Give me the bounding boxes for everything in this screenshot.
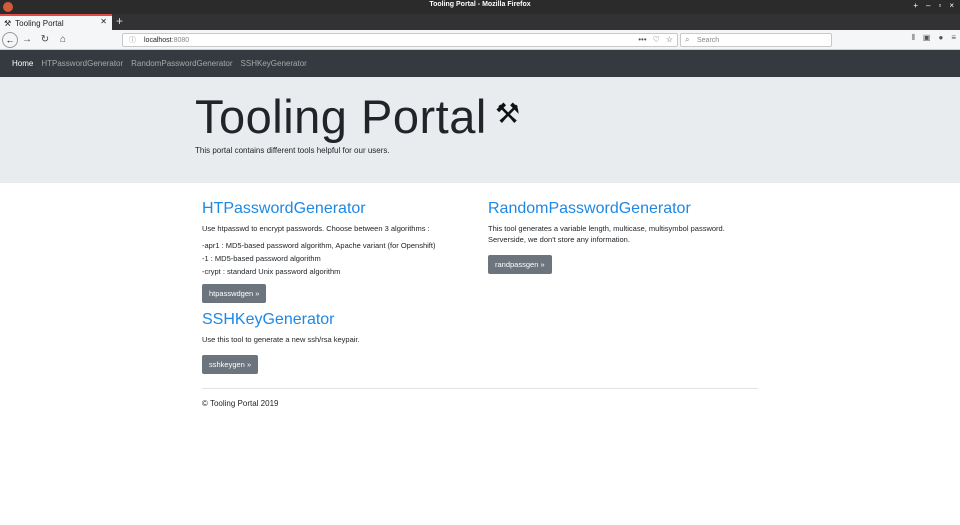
htpassword-description: Use htpasswd to encrypt passwords. Choos… [202,224,430,233]
url-actions: ••• ♡ ☆ [638,35,673,44]
footer-divider [202,388,758,389]
tab-tooling-portal[interactable]: ⚒ Tooling Portal ✕ [0,14,112,30]
sshkey-section: SSHKeyGenerator Use this tool to generat… [202,311,472,374]
sshkey-description: Use this tool to generate a new ssh/rsa … [202,335,360,344]
htpasswdgen-button[interactable]: htpasswdgen » [202,284,267,303]
sshkey-heading: SSHKeyGenerator [202,311,335,328]
footer-text: © Tooling Portal 2019 [202,399,279,408]
window-minimize-button[interactable]: – [926,1,930,10]
browser-toolbar: ← → ↻ ⌂ ⓘ localhost:8080 ••• ♡ ☆ ⌕ Searc… [0,30,960,50]
back-button[interactable]: ← [2,31,18,48]
randompassword-description-line1: This tool generates a variable length, m… [488,224,725,233]
tab-title: Tooling Portal [15,18,64,28]
bookmark-star-icon[interactable]: ☆ [666,35,673,44]
window-title: Tooling Portal - Mozilla Firefox [429,1,531,8]
htpassword-section: HTPasswordGenerator Use htpasswd to encr… [202,200,472,303]
page-actions-icon[interactable]: ••• [638,35,646,44]
home-button[interactable]: ⌂ [54,34,72,45]
url-port: :8080 [171,36,190,44]
randompassword-heading: RandomPasswordGenerator [488,200,691,217]
page-subtitle: This portal contains different tools hel… [195,146,390,155]
sshkeygen-button[interactable]: sshkeygen » [202,355,259,374]
search-placeholder: Search [697,36,720,44]
nav-link-sshkeygenerator[interactable]: SSHKeyGenerator [241,59,307,68]
new-tab-button[interactable]: + [116,14,123,28]
tab-strip: ⚒ Tooling Portal ✕ + [0,14,960,30]
close-icon[interactable]: ✕ [100,17,107,26]
algorithm-item: -crypt : standard Unix password algorith… [202,267,341,276]
site-navbar: Home HTPasswordGenerator RandomPasswordG… [0,50,960,77]
hammer-wrench-icon: ⚒ [4,18,12,28]
info-icon[interactable]: ⓘ [129,35,136,45]
library-icon[interactable]: ⫴ [912,33,915,43]
sidebar-icon[interactable]: ▣ [923,33,931,43]
hammer-wrench-icon: ⚒ [495,98,521,129]
htpassword-heading: HTPasswordGenerator [202,200,366,217]
randompassword-description-line2: Serverside, we don't store any informati… [488,235,630,244]
extension-icon[interactable]: ● [938,33,943,43]
url-bar[interactable]: ⓘ localhost:8080 ••• ♡ ☆ [122,33,678,47]
jumbotron: Tooling Portal ⚒ This portal contains di… [0,77,960,183]
window-titlebar: Tooling Portal - Mozilla Firefox + – ▫ × [0,0,960,14]
url-host: localhost [144,36,172,44]
pocket-icon[interactable]: ♡ [653,35,660,44]
menu-icon[interactable]: ≡ [951,33,956,43]
algorithm-item: -1 : MD5-based password algorithm [202,254,321,263]
window-pin-button[interactable]: + [913,1,918,10]
toolbar-icons: ⫴ ▣ ● ≡ [912,33,956,43]
search-icon: ⌕ [685,35,690,44]
nav-link-home[interactable]: Home [12,59,33,68]
window-close-button[interactable]: × [949,1,954,10]
arrow-left-icon: ← [5,34,15,45]
nav-link-randompasswordgenerator[interactable]: RandomPasswordGenerator [131,59,232,68]
algorithm-item: -apr1 : MD5-based password algorithm, Ap… [202,241,436,250]
window-controls: + – ▫ × [913,1,954,10]
randompassword-section: RandomPasswordGenerator This tool genera… [488,200,758,274]
reload-button[interactable]: ↻ [36,34,54,45]
window-maximize-button[interactable]: ▫ [938,1,941,10]
randpassgen-button[interactable]: randpassgen » [488,255,552,274]
forward-button[interactable]: → [18,34,36,45]
page-title: Tooling Portal [195,90,487,143]
nav-link-htpasswordgenerator[interactable]: HTPasswordGenerator [41,59,123,68]
search-input[interactable]: ⌕ Search [680,33,832,47]
